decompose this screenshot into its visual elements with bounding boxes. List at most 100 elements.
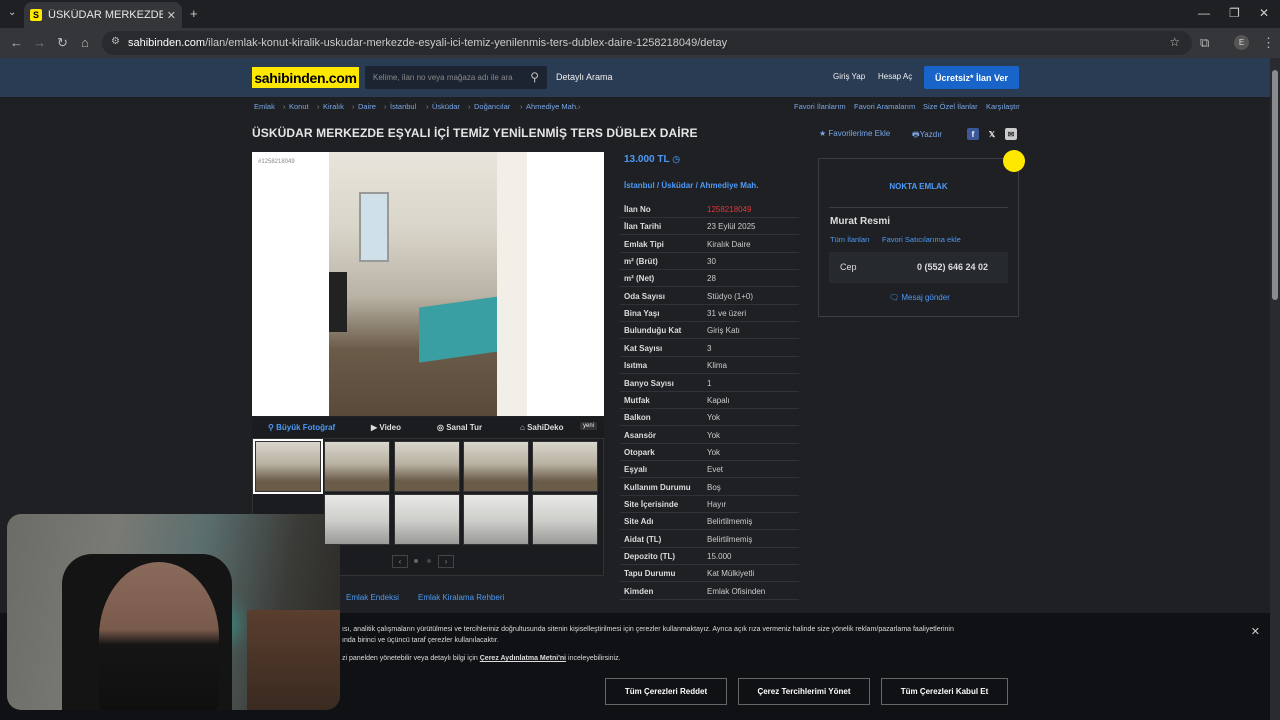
price-history-icon[interactable]: ◷ [672,154,680,164]
post-ad-button[interactable]: Ücretsiz* İlan Ver [924,66,1019,89]
detail-row: İlan Tarihi 23 Eylül 2025 [620,218,799,236]
accept-cookies-button[interactable]: Tüm Çerezleri Kabul Et [881,678,1008,705]
page-scrollbar[interactable] [1270,58,1280,720]
facebook-share-icon[interactable]: f [967,128,979,140]
site-info-icon[interactable]: ⚙ [111,36,120,47]
photo-thumbnail[interactable] [324,441,390,492]
x-share-icon[interactable]: 𝕏 [986,128,998,140]
login-link[interactable]: Giriş Yap [833,72,865,81]
print-link[interactable]: 🖶Yazdır [912,129,942,143]
maximize-icon[interactable]: ❐ [1229,6,1240,20]
photo-thumbnail[interactable] [394,494,460,545]
big-photo-tab[interactable]: ⚲ Büyük Fotoğraf [268,423,335,432]
photo-thumbnail[interactable] [463,494,529,545]
breadcrumb-item[interactable]: İstanbul [390,102,416,111]
email-share-icon[interactable]: ✉ [1005,128,1017,140]
sahideko-tab[interactable]: ⌂ SahiDeko [520,423,564,432]
page-dot[interactable] [427,559,431,563]
extensions-icon[interactable]: ⧉ [1200,35,1209,51]
photo-thumbnail[interactable] [463,441,529,492]
detail-value: 28 [707,274,716,284]
detail-value: Klima [707,361,728,371]
breadcrumb-item[interactable]: Doğancılar [474,102,510,111]
quick-link[interactable]: Favori İlanlarım [794,102,846,111]
home-icon[interactable]: ⌂ [81,35,89,50]
detail-row: Otopark Yok [620,444,799,461]
cookie-policy-link[interactable]: Çerez Aydınlatma Metni'ni [480,655,566,662]
store-name[interactable]: NOKTA EMLAK [819,182,1018,191]
photo-thumbnail[interactable] [532,494,598,545]
virtual-tour-tab[interactable]: ◎ Sanal Tur [437,423,482,432]
send-message-link[interactable]: 🗨 Mesaj gönder [889,293,950,302]
new-tab-icon[interactable]: + [190,6,198,21]
breadcrumb-item[interactable]: Kiralık [323,102,344,111]
detail-key: Kimden [624,586,654,596]
breadcrumb-separator-icon: › [520,102,523,111]
close-cookie-icon[interactable]: ✕ [1251,625,1260,638]
detailed-search-link[interactable]: Detaylı Arama [556,72,613,82]
add-favorite-link[interactable]: ★ Favorilerime Ekle [819,129,890,138]
forward-icon[interactable]: → [33,35,46,50]
favorite-seller-link[interactable]: Favori Satıcılarıma ekle [882,235,961,244]
quick-link[interactable]: Favori Aramalarım [854,102,915,111]
main-photo[interactable] [329,152,527,416]
photo-thumbnail[interactable] [324,494,390,545]
manage-cookies-button[interactable]: Çerez Tercihlerimi Yönet [738,678,870,705]
profile-avatar[interactable]: E [1234,35,1249,50]
close-tab-icon[interactable]: ✕ [167,9,176,22]
close-window-icon[interactable]: ✕ [1259,6,1269,20]
browser-tab[interactable]: S ÜSKÜDAR MERKEZDE EŞYALI İÇ ✕ [24,2,182,28]
breadcrumb-separator-icon: › [317,102,320,111]
breadcrumb-item[interactable]: Ahmediye Mah. [526,102,578,111]
detail-key: Kat Sayısı [624,343,663,353]
menu-kebab-icon[interactable]: ⋮ [1262,35,1275,51]
location-district[interactable]: Üsküdar [661,181,693,190]
bookmark-star-icon[interactable]: ☆ [1169,35,1180,49]
address-bar[interactable]: ⚙ sahibinden.com/ilan/emlak-konut-kirali… [102,31,1192,55]
detail-key: Otopark [624,447,655,457]
photo-thumbnail[interactable] [394,441,460,492]
search-input[interactable]: Kelime, ilan no veya mağaza adı ile ara … [365,66,547,89]
photo-thumbnail[interactable] [253,439,323,494]
detail-value: Yok [707,413,721,423]
detail-key: Bulunduğu Kat [624,326,682,336]
url-path: /ilan/emlak-konut-kiralik-uskudar-merkez… [205,37,728,49]
detail-value: Boş [707,482,721,492]
all-ads-link[interactable]: Tüm İlanları [830,235,870,244]
back-icon[interactable]: ← [10,35,23,50]
quick-link[interactable]: Karşılaştır [986,102,1020,111]
browser-toolbar: ← → ↻ ⌂ ⚙ sahibinden.com/ilan/emlak-konu… [0,28,1280,58]
detail-row: Emlak Tipi Kiralık Daire [620,236,799,253]
search-icon[interactable]: ⚲ [530,70,539,84]
emlak-endeksi-link[interactable]: Emlak Endeksi [346,593,399,602]
detail-row: Depozito (TL) 15.000 [620,548,799,565]
quick-link[interactable]: Size Özel İlanlar [923,102,978,111]
tab-search-icon[interactable]: ⌄ [8,7,16,18]
reload-icon[interactable]: ↻ [57,35,68,51]
scrollbar-thumb[interactable] [1272,70,1278,300]
photo-thumbnail[interactable] [532,441,598,492]
breadcrumb-item[interactable]: Konut [289,102,309,111]
detail-value: 1 [707,378,712,388]
site-logo[interactable]: sahibinden.com [252,67,359,88]
detail-value: Stüdyo (1+0) [707,291,754,301]
breadcrumb-item[interactable]: Emlak [254,102,275,111]
detail-value: 30 [707,257,716,267]
detail-row: Oda Sayısı Stüdyo (1+0) [620,288,799,305]
url-host: sahibinden.com [128,37,206,49]
site-header [0,58,1270,97]
location-neighborhood[interactable]: Ahmediye Mah. [700,181,759,190]
rental-guide-link[interactable]: Emlak Kiralama Rehberi [418,593,504,602]
phone-number[interactable]: 0 (552) 646 24 02 [917,262,988,272]
register-link[interactable]: Hesap Aç [878,72,912,81]
page-dot[interactable] [414,559,418,563]
reject-cookies-button[interactable]: Tüm Çerezleri Reddet [605,678,727,705]
video-tab[interactable]: ▶ Video [371,423,401,432]
prev-thumbs-button[interactable]: ‹ [392,555,408,568]
location-city[interactable]: İstanbul [624,181,655,190]
minimize-icon[interactable]: — [1198,6,1210,20]
search-placeholder: Kelime, ilan no veya mağaza adı ile ara [373,73,513,82]
breadcrumb-item[interactable]: Daire [358,102,376,111]
breadcrumb-item[interactable]: Üsküdar [432,102,460,111]
next-thumbs-button[interactable]: › [438,555,454,568]
